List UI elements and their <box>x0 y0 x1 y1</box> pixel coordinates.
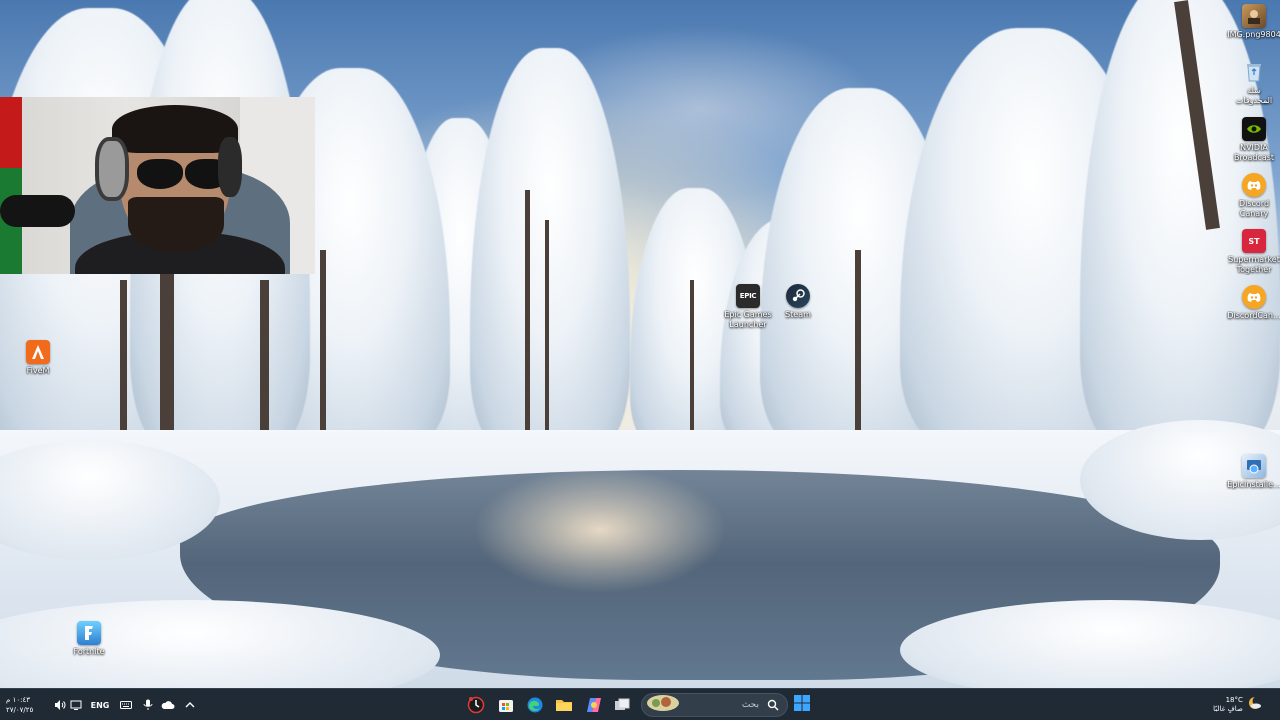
desktop-icon-steam[interactable]: Steam <box>766 284 830 320</box>
taskbar-clock[interactable]: ١٠:٤٣ م ٢٧/٠٧/٢٥ <box>6 693 48 717</box>
desktop-icon-img-file[interactable]: IMG.png9804 <box>1222 4 1280 40</box>
supermarket-together-icon: ST <box>1242 229 1266 253</box>
nvidia-broadcast-icon <box>1242 117 1266 141</box>
desktop-icon-label: Steam <box>785 310 811 319</box>
desktop-icon-nvidia-broadcast[interactable]: NVIDIA Broadcast <box>1222 117 1280 163</box>
desktop-icon-fivem[interactable]: FiveM <box>6 340 70 376</box>
search-highlight-icon <box>646 694 680 716</box>
tree-trunk <box>855 250 861 440</box>
microphone-icon[interactable] <box>140 693 156 717</box>
webcam-sunglasses-left <box>137 159 183 189</box>
search-label: بحث <box>741 700 759 710</box>
fortnite-icon <box>77 621 101 645</box>
discord-canary-icon <box>1242 173 1266 197</box>
tree-trunk <box>260 280 269 455</box>
fivem-icon <box>26 340 50 364</box>
taskbar-search-box[interactable]: بحث <box>641 693 788 717</box>
desktop-icon-epic-installer[interactable]: EpicInstalle... <box>1222 454 1280 490</box>
search-icon <box>767 696 779 715</box>
tree-trunk <box>545 220 549 445</box>
windows-logo-icon <box>794 695 810 715</box>
start-button[interactable] <box>790 693 814 717</box>
desktop-icon-label: IMG.png9804 <box>1227 30 1280 39</box>
webcam-headphone-right <box>218 137 242 197</box>
desktop-icon-label: FiveM <box>26 366 50 375</box>
installer-package-icon <box>1242 454 1266 478</box>
desktop-icon-discord-canary[interactable]: Discord Canary <box>1222 173 1280 219</box>
clock-time: ١٠:٤٣ م <box>6 696 30 704</box>
desktop-icon-supermarket-together[interactable]: ST Supermarket Together <box>1222 229 1280 275</box>
taskbar-app-store[interactable] <box>494 693 518 717</box>
desktop-icon-fortnite[interactable]: Fortnite <box>57 621 121 657</box>
desktop-icon-label: EpicInstalle... <box>1227 480 1280 489</box>
weather-temperature: 18°C <box>1225 696 1243 704</box>
weather-moon-icon <box>1247 695 1263 715</box>
image-file-icon <box>1242 4 1266 28</box>
desktop-icon-label: Supermarket Together <box>1228 255 1280 274</box>
taskbar-app-edge[interactable] <box>523 693 547 717</box>
taskbar-app-recording[interactable] <box>464 693 488 717</box>
taskbar-task-view[interactable] <box>610 693 634 717</box>
network-icon[interactable] <box>68 693 84 717</box>
tree-trunk <box>120 280 127 430</box>
desktop-icon-discord-canary-2[interactable]: DiscordCan... <box>1222 285 1280 321</box>
recycle-bin-icon <box>1242 60 1266 84</box>
desktop-icon-label: Discord Canary <box>1238 199 1270 218</box>
epic-games-icon: EPIC <box>736 284 760 308</box>
chevron-up-icon[interactable] <box>182 693 198 717</box>
desktop-icon-recycle-bin[interactable]: سلة المحذوفات <box>1222 60 1280 106</box>
language-indicator[interactable]: ENG <box>88 693 112 717</box>
taskbar-app-copilot[interactable] <box>582 693 606 717</box>
tree-trunk <box>525 190 530 445</box>
weather-widget[interactable]: 18°C صافٍ غالبًا <box>1208 693 1268 717</box>
discord-canary-icon <box>1242 285 1266 309</box>
webcam-person-beard <box>128 197 224 252</box>
desktop-icon-label: سلة المحذوفات <box>1235 86 1273 105</box>
webcam-overlay <box>0 97 315 274</box>
desktop-icon-label: Fortnite <box>73 647 105 656</box>
webcam-microphone <box>0 195 75 227</box>
cloud-icon[interactable] <box>160 693 176 717</box>
webcam-headphone-left <box>95 137 129 201</box>
webcam-flag <box>0 97 22 274</box>
clock-date: ٢٧/٠٧/٢٥ <box>6 706 34 714</box>
desktop-icon-label: NVIDIA Broadcast <box>1233 143 1275 162</box>
keyboard-icon[interactable] <box>118 693 134 717</box>
tree-trunk <box>690 280 694 440</box>
taskbar: ١٠:٤٣ م ٢٧/٠٧/٢٥ ENG بحث 18°C صافٍ غالبً… <box>0 688 1280 720</box>
steam-icon <box>786 284 810 308</box>
taskbar-app-file-explorer[interactable] <box>552 693 576 717</box>
volume-icon[interactable] <box>52 693 68 717</box>
weather-condition: صافٍ غالبًا <box>1213 705 1243 713</box>
desktop-icon-label: DiscordCan... <box>1227 311 1280 320</box>
tree-trunk <box>320 250 326 440</box>
